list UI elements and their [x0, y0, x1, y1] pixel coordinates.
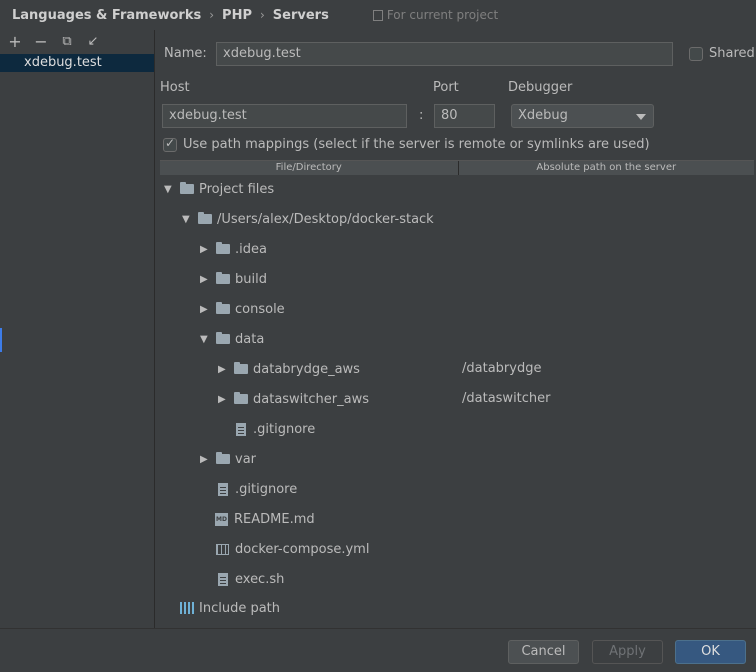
folder-icon: [234, 362, 248, 374]
debugger-select[interactable]: Xdebug: [511, 104, 654, 128]
collapsed-arrow-icon[interactable]: ▶: [200, 454, 210, 465]
folder-icon: [198, 212, 212, 224]
tree-row-label: Project files: [199, 181, 275, 197]
file-icon: [236, 422, 246, 436]
file-icon: [218, 482, 228, 496]
folder-icon: [216, 332, 230, 344]
server-path-cell[interactable]: /databrydge: [462, 361, 541, 376]
column-server-path[interactable]: Absolute path on the server: [459, 161, 755, 175]
ok-button[interactable]: OK: [675, 640, 746, 664]
cancel-button[interactable]: Cancel: [508, 640, 579, 664]
mapping-table-header: File/Directory Absolute path on the serv…: [160, 160, 754, 175]
scope-label: For current project: [372, 8, 499, 22]
server-path-cell[interactable]: /dataswitcher: [462, 391, 551, 406]
expanded-arrow-icon[interactable]: ▼: [164, 184, 174, 195]
tree-row-label: var: [235, 451, 257, 467]
debugger-label: Debugger: [508, 80, 573, 95]
collapsed-arrow-icon[interactable]: ▶: [200, 244, 210, 255]
collapsed-arrow-icon[interactable]: ▶: [218, 364, 228, 375]
tree-row-label: dataswitcher_aws: [253, 391, 369, 407]
tree-row[interactable]: ▶ dataswitcher_aws: [218, 389, 369, 409]
library-icon: [180, 602, 194, 614]
yaml-table-icon: [216, 543, 229, 555]
file-icon: [218, 572, 228, 586]
breadcrumb-php[interactable]: PHP: [222, 8, 252, 23]
tree-row[interactable]: .gitignore: [236, 419, 315, 439]
project-scope-icon: [372, 9, 383, 21]
markdown-icon: MD: [215, 512, 228, 526]
tree-row-label: databrydge_aws: [253, 361, 360, 377]
folder-icon: [180, 182, 194, 194]
tree-row[interactable]: ▶ console: [200, 299, 285, 319]
apply-button[interactable]: Apply: [592, 640, 663, 664]
port-separator: :: [419, 108, 424, 123]
folder-icon: [216, 242, 230, 254]
tree-row-label: /Users/alex/Desktop/docker-stack: [217, 211, 434, 227]
tree-row[interactable]: exec.sh: [218, 569, 284, 589]
tree-row[interactable]: ▶ .idea: [200, 239, 267, 259]
plus-icon[interactable]: +: [6, 32, 24, 51]
shared-checkbox[interactable]: [689, 47, 703, 61]
folder-icon: [234, 392, 248, 404]
scope-text: For current project: [386, 8, 499, 22]
breadcrumb-separator: ›: [209, 8, 215, 22]
server-list-item[interactable]: xdebug.test: [0, 54, 154, 72]
tree-row-label: Include path: [199, 600, 281, 616]
tree-row[interactable]: .gitignore: [218, 479, 297, 499]
port-input[interactable]: 80: [434, 104, 495, 128]
tree-row-label: console: [235, 301, 285, 317]
host-input[interactable]: xdebug.test: [162, 104, 407, 128]
shared-label: Shared: [709, 46, 755, 61]
tree-row[interactable]: Include path: [180, 598, 280, 618]
tree-row-label: .gitignore: [253, 421, 316, 437]
import-icon[interactable]: ↙: [84, 32, 102, 50]
focus-indicator: [0, 328, 2, 352]
name-input[interactable]: xdebug.test: [216, 42, 673, 66]
tree-row[interactable]: ▶ build: [200, 269, 267, 289]
collapsed-arrow-icon[interactable]: ▶: [200, 274, 210, 285]
collapsed-arrow-icon[interactable]: ▶: [218, 394, 228, 405]
copy-icon[interactable]: ⧉: [58, 32, 76, 50]
debugger-value: Xdebug: [518, 108, 568, 123]
tree-row[interactable]: MD README.md: [215, 509, 315, 529]
tree-row[interactable]: docker-compose.yml: [216, 539, 369, 559]
server-name: xdebug.test: [24, 55, 102, 70]
folder-icon: [216, 272, 230, 284]
breadcrumb-languages-frameworks[interactable]: Languages & Frameworks: [12, 8, 201, 23]
tree-row-label: README.md: [234, 511, 315, 527]
folder-icon: [216, 302, 230, 314]
server-list-toolbar: + − ⧉ ↙: [0, 30, 154, 52]
server-list-panel: + − ⧉ ↙ xdebug.test: [0, 30, 155, 628]
tree-row-label: exec.sh: [235, 571, 285, 587]
tree-row-label: .idea: [235, 241, 267, 257]
tree-row[interactable]: ▼ data: [200, 329, 264, 349]
port-label: Port: [433, 80, 459, 95]
tree-row[interactable]: ▶ var: [200, 449, 256, 469]
tree-row-label: .gitignore: [235, 481, 298, 497]
path-mappings-checkbox[interactable]: [163, 136, 177, 152]
minus-icon[interactable]: −: [32, 32, 50, 51]
name-label: Name:: [164, 46, 207, 61]
tree-row[interactable]: ▶ databrydge_aws: [218, 359, 360, 379]
breadcrumb-servers: Servers: [272, 7, 329, 23]
expanded-arrow-icon[interactable]: ▼: [200, 334, 210, 345]
collapsed-arrow-icon[interactable]: ▶: [200, 304, 210, 315]
tree-row[interactable]: ▼ /Users/alex/Desktop/docker-stack: [182, 209, 434, 229]
folder-icon: [216, 452, 230, 464]
breadcrumb: Languages & Frameworks › PHP › Servers F…: [0, 0, 756, 30]
expanded-arrow-icon[interactable]: ▼: [182, 214, 192, 225]
tree-row-label: docker-compose.yml: [235, 541, 370, 557]
tree-row[interactable]: ▼ Project files: [164, 179, 274, 199]
breadcrumb-separator: ›: [259, 8, 265, 22]
column-file-directory[interactable]: File/Directory: [160, 161, 459, 175]
tree-row-label: build: [235, 271, 267, 287]
tree-row-label: data: [235, 331, 265, 347]
path-mappings-label: Use path mappings (select if the server …: [183, 137, 650, 152]
host-label: Host: [160, 80, 190, 95]
chevron-down-icon: [636, 114, 646, 120]
